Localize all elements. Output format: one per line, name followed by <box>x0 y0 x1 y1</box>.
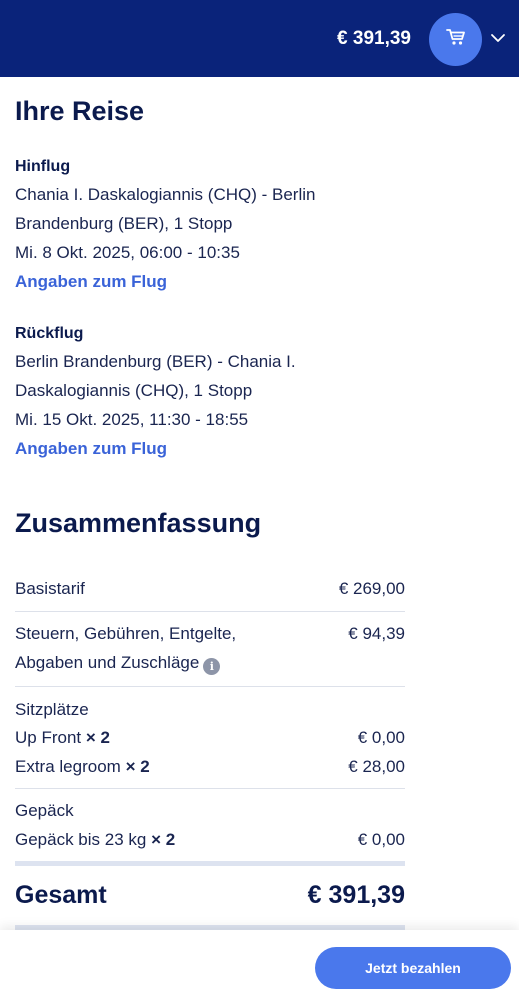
outbound-label: Hinflug <box>15 158 71 175</box>
divider <box>15 686 405 687</box>
shopping-cart-icon <box>445 28 466 51</box>
outbound-route-line2: Brandenburg (BER), 1 Stopp <box>15 214 233 233</box>
pay-now-button[interactable]: Jetzt bezahlen <box>315 947 511 989</box>
summary-title: Zusammenfassung <box>15 508 262 538</box>
top-bar: € 391,39 <box>0 0 519 77</box>
total-separator <box>15 861 405 866</box>
seats-label: Sitzplätze <box>15 700 89 719</box>
return-label: Rückflug <box>15 325 84 342</box>
seat-item-value: € 0,00 <box>357 728 405 747</box>
seat-item-extra-legroom: Extra legroom × 2 <box>15 757 150 777</box>
return-route-line2: Daskalogiannis (CHQ), 1 Stopp <box>15 381 253 400</box>
seat-item-value: € 28,00 <box>348 757 405 776</box>
baggage-item: Gepäck bis 23 kg × 2 <box>15 830 175 850</box>
chevron-down-icon[interactable] <box>488 28 508 48</box>
seat-item-qty: × 2 <box>125 757 150 776</box>
seat-item-qty: × 2 <box>85 728 110 747</box>
footer-bar: Jetzt bezahlen <box>0 930 519 1000</box>
return-route-line1: Berlin Brandenburg (BER) - Chania I. <box>15 352 296 371</box>
return-details-link[interactable]: Angaben zum Flug <box>15 439 167 459</box>
baggage-item-qty: × 2 <box>151 830 176 849</box>
baggage-label: Gepäck <box>15 801 74 820</box>
total-value: € 391,39 <box>307 881 405 909</box>
divider <box>15 611 405 612</box>
seat-item-up-front: Up Front × 2 <box>15 728 110 748</box>
divider <box>15 788 405 789</box>
cart-total: € 391,39 <box>337 28 411 49</box>
baggage-item-value: € 0,00 <box>357 830 405 849</box>
taxes-label-line1: Steuern, Gebühren, Entgelte, <box>15 624 237 643</box>
taxes-label-line2: Abgaben und Zuschläge <box>15 653 200 672</box>
outbound-details-link[interactable]: Angaben zum Flug <box>15 272 167 292</box>
return-datetime: Mi. 15 Okt. 2025, 11:30 - 18:55 <box>15 410 249 429</box>
base-fare-value: € 269,00 <box>338 579 405 598</box>
seat-item-label: Up Front <box>15 728 82 747</box>
base-fare-label: Basistarif <box>15 579 85 598</box>
cart-button[interactable] <box>429 13 482 66</box>
outbound-datetime: Mi. 8 Okt. 2025, 06:00 - 10:35 <box>15 243 240 262</box>
baggage-item-label: Gepäck bis 23 kg <box>15 830 147 849</box>
seat-item-label: Extra legroom <box>15 757 121 776</box>
info-icon[interactable]: i <box>203 658 221 675</box>
total-label: Gesamt <box>15 881 107 909</box>
trip-title: Ihre Reise <box>15 96 145 126</box>
taxes-label-line2-row: Abgaben und Zuschläge i <box>15 653 221 675</box>
taxes-value: € 94,39 <box>348 624 405 643</box>
outbound-route-line1: Chania I. Daskalogiannis (CHQ) - Berlin <box>15 185 316 204</box>
